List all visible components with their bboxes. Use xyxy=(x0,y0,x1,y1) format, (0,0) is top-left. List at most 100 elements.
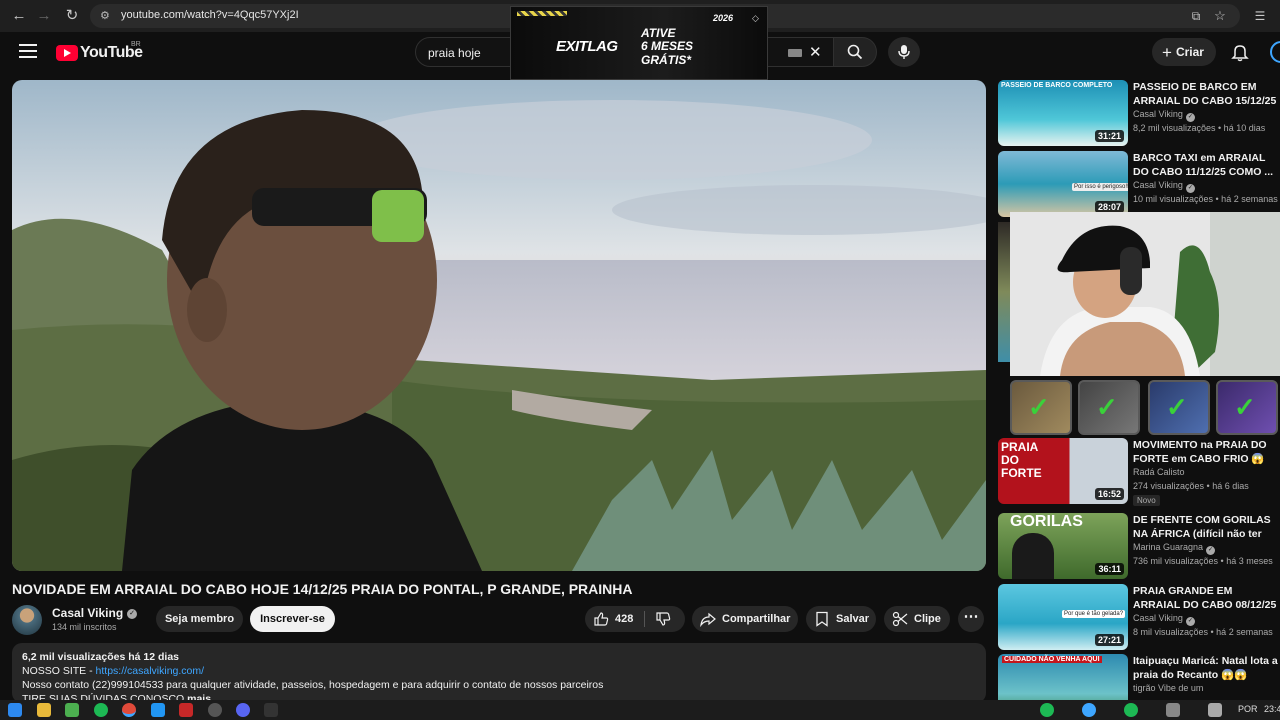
recommendation-item[interactable]: GORILAS 36:11 DE FRENTE COM GORILAS NA Á… xyxy=(998,513,1280,579)
share-arrow-icon xyxy=(700,612,716,627)
voice-search-button[interactable] xyxy=(888,37,920,67)
webcam-frame xyxy=(1010,212,1280,376)
recommendation-thumbnail[interactable]: PASSEIO DE BARCO COMPLETO 31:21 xyxy=(998,80,1128,146)
description-contact: Nosso contato (22)999104533 para qualque… xyxy=(22,679,604,691)
volume-icon[interactable] xyxy=(1208,703,1222,717)
reading-list-icon[interactable]: ☰ xyxy=(1250,6,1270,26)
recommendation-item[interactable]: Por que é tão gelada? 27:21 PRAIA GRANDE… xyxy=(998,584,1280,650)
video-app-icon[interactable] xyxy=(179,703,193,717)
discord-icon[interactable] xyxy=(236,703,250,717)
video-player[interactable] xyxy=(12,80,986,571)
achievement-tile: ✓ xyxy=(1148,380,1210,435)
youtube-play-icon xyxy=(56,45,78,61)
ad-year-badge: 2026 xyxy=(713,13,734,23)
keyboard-icon[interactable] xyxy=(788,49,802,57)
join-button[interactable]: Seja membro xyxy=(156,606,243,632)
thumbs-up-icon[interactable] xyxy=(593,611,609,627)
like-divider xyxy=(644,611,645,627)
recommendation-thumbnail[interactable]: GORILAS 36:11 xyxy=(998,513,1128,579)
search-button[interactable] xyxy=(833,37,877,67)
clock[interactable]: 23:4 xyxy=(1264,704,1280,714)
ad-headline-1: ATIVE xyxy=(641,26,676,40)
url-text: youtube.com/watch?v=4Qqc57YXj2I xyxy=(121,9,299,21)
notifications-bell-icon[interactable] xyxy=(1230,42,1250,62)
recommendation-item[interactable]: PRAIA DO FORTE 16:52 MOVIMENTO na PRAIA … xyxy=(998,438,1280,506)
back-icon[interactable]: ← xyxy=(9,6,29,26)
recommendation-title[interactable]: DE FRENTE COM GORILAS NA ÁFRICA (difícil… xyxy=(1133,513,1280,541)
windows-start-icon[interactable] xyxy=(8,703,22,717)
recommendation-item[interactable]: CUIDADO NÃO VENHA AQUI Itaipuaçu Maricá:… xyxy=(998,654,1280,700)
file-explorer-icon[interactable] xyxy=(37,703,51,717)
menu-icon[interactable] xyxy=(19,44,37,60)
create-label: Criar xyxy=(1175,45,1204,59)
ad-headline-3: GRÁTIS* xyxy=(641,53,692,67)
recommendation-thumbnail[interactable]: PRAIA DO FORTE 16:52 xyxy=(998,438,1128,504)
tray-icon[interactable] xyxy=(1082,703,1096,717)
thumbnail-caption: Por que é tão gelada? xyxy=(1062,610,1126,618)
recommendation-title[interactable]: PRAIA GRANDE EM ARRAIAL DO CABO 08/12/25 xyxy=(1133,584,1280,612)
install-icon[interactable]: ⧉ xyxy=(1186,6,1206,26)
more-actions-icon[interactable]: ⋯ xyxy=(958,606,984,632)
spotify-icon[interactable] xyxy=(94,703,108,717)
forward-icon[interactable]: → xyxy=(34,6,54,26)
clip-button[interactable]: Clipe xyxy=(884,606,950,632)
recommendation-item[interactable]: Por isso é perigoso!! 28:07 BARCO TAXI e… xyxy=(998,151,1280,217)
app-icon[interactable] xyxy=(208,703,222,717)
site-info-icon[interactable]: ⚙ xyxy=(100,9,114,23)
description-site-line: NOSSO SITE - https://casalviking.com/ xyxy=(22,664,976,678)
reload-icon[interactable]: ↻ xyxy=(62,6,82,26)
thumbnail-caption: PASSEIO DE BARCO COMPLETO xyxy=(1001,82,1113,89)
subscribe-button[interactable]: Inscrever-se xyxy=(250,606,335,632)
recommendation-item[interactable]: PASSEIO DE BARCO COMPLETO 31:21 PASSEIO … xyxy=(998,80,1280,146)
recommendation-meta: 8,2 mil visualizações • há 10 dias xyxy=(1133,123,1266,133)
youtube-logo[interactable]: YouTube xyxy=(56,44,143,62)
channel-name[interactable]: Casal Viking xyxy=(52,606,123,620)
tray-icon[interactable] xyxy=(1166,703,1180,717)
recommendation-meta: 10 mil visualizações • há 2 semanas xyxy=(1133,194,1278,204)
check-icon: ✓ xyxy=(1234,392,1256,422)
achievement-tile: ✓ xyxy=(1010,380,1072,435)
site-link[interactable]: https://casalviking.com/ xyxy=(96,665,205,677)
subscriber-count: 134 mil inscritos xyxy=(52,622,117,632)
save-button[interactable]: Salvar xyxy=(806,606,876,632)
recommendation-thumbnail[interactable]: Por isso é perigoso!! 28:07 xyxy=(998,151,1128,217)
clip-label: Clipe xyxy=(914,613,941,625)
achievement-overlay: ✓ ✓ ✓ ✓ xyxy=(1008,378,1280,436)
site-label: NOSSO SITE - xyxy=(22,665,96,677)
chrome-icon[interactable] xyxy=(122,703,136,717)
duration-badge: 36:11 xyxy=(1095,563,1124,575)
duration-badge: 16:52 xyxy=(1094,488,1124,500)
create-button[interactable]: + Criar xyxy=(1152,38,1216,66)
microphone-icon xyxy=(898,45,910,59)
input-language[interactable]: POR xyxy=(1238,704,1258,714)
recommendation-thumbnail[interactable]: Por que é tão gelada? 27:21 xyxy=(998,584,1128,650)
share-button[interactable]: Compartilhar xyxy=(692,606,798,632)
recommendation-channel: Radá Calisto xyxy=(1133,467,1185,477)
tray-icon[interactable] xyxy=(1124,703,1138,717)
achievement-tile: ✓ xyxy=(1216,380,1278,435)
ad-close-icon[interactable]: ◇ xyxy=(752,13,759,24)
thumbnail-caption: CUIDADO NÃO VENHA AQUI xyxy=(1002,656,1102,663)
recommendation-title[interactable]: MOVIMENTO na PRAIA DO FORTE em CABO FRIO… xyxy=(1133,438,1280,466)
browser-icon[interactable] xyxy=(151,703,165,717)
check-icon: ✓ xyxy=(1096,392,1118,422)
recommendation-title[interactable]: BARCO TAXI em ARRAIAL DO CABO 11/12/25 C… xyxy=(1133,151,1280,179)
thumbs-down-icon[interactable] xyxy=(655,611,671,627)
description-box[interactable]: 6,2 mil visualizações há 12 dias NOSSO S… xyxy=(12,643,986,703)
recommendation-thumbnail[interactable]: CUIDADO NÃO VENHA AQUI xyxy=(998,654,1128,700)
recommendation-title[interactable]: Itaipuaçu Maricá: Natal lota a praia do … xyxy=(1133,654,1280,682)
plus-icon: + xyxy=(1162,43,1172,62)
like-count[interactable]: 428 xyxy=(615,606,633,632)
clear-search-icon[interactable]: ✕ xyxy=(809,43,822,61)
app-icon[interactable] xyxy=(65,703,79,717)
channel-avatar[interactable] xyxy=(12,605,42,635)
tray-icon[interactable] xyxy=(1040,703,1054,717)
recommendation-channel: Casal Viking ✓ xyxy=(1133,613,1195,626)
bookmark-star-icon[interactable]: ☆ xyxy=(1210,6,1230,26)
obs-icon[interactable] xyxy=(264,703,278,717)
exitlag-ad-banner[interactable]: EXITLAG ATIVE 6 MESES GRÁTIS* 2026 ◇ xyxy=(510,6,768,80)
ad-headline-2: 6 MESES xyxy=(641,39,694,53)
recommendation-channel: Casal Viking ✓ xyxy=(1133,180,1195,193)
account-avatar[interactable] xyxy=(1270,41,1280,63)
recommendation-title[interactable]: PASSEIO DE BARCO EM ARRAIAL DO CABO 15/1… xyxy=(1133,80,1280,108)
